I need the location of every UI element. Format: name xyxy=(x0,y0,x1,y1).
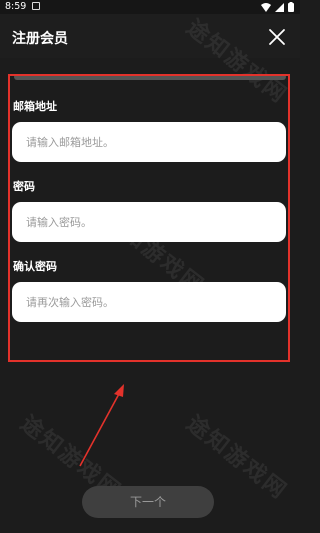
wifi-icon xyxy=(261,2,271,12)
page-title: 注册会员 xyxy=(12,31,68,47)
status-icons xyxy=(261,2,294,12)
confirm-password-field[interactable] xyxy=(12,282,286,322)
password-field[interactable] xyxy=(12,202,286,242)
signal-icon xyxy=(275,2,284,12)
close-icon xyxy=(269,29,285,45)
confirm-password-label: 确认密码 xyxy=(13,260,57,273)
email-field[interactable] xyxy=(12,122,286,162)
password-label: 密码 xyxy=(13,180,35,193)
drag-handle xyxy=(14,74,286,80)
notification-icon xyxy=(32,2,40,10)
email-label: 邮箱地址 xyxy=(13,100,57,113)
header: 注册会员 xyxy=(0,14,300,58)
battery-icon xyxy=(288,2,294,12)
close-button[interactable] xyxy=(266,26,288,48)
status-time: 8:59 xyxy=(5,1,27,12)
status-bar: 8:59 xyxy=(0,0,300,14)
next-button[interactable]: 下一个 xyxy=(82,486,214,518)
